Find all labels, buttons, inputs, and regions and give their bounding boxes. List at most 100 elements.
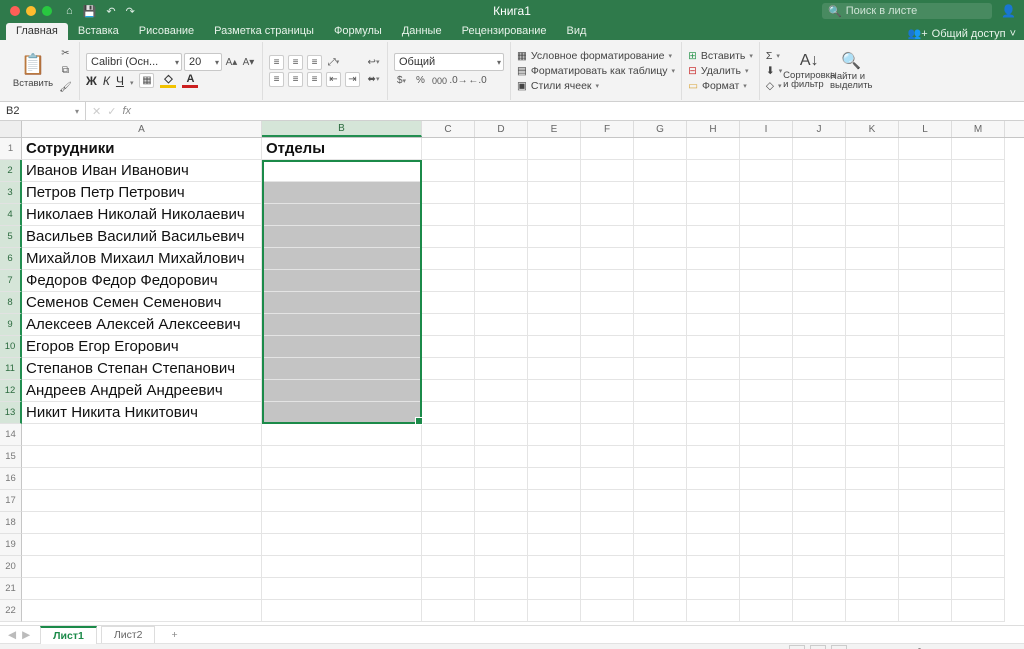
cell[interactable]	[528, 534, 581, 556]
sort-filter-button[interactable]: A↓ Сортировка и фильтр	[788, 52, 830, 89]
cell[interactable]	[740, 336, 793, 358]
cell[interactable]	[262, 226, 422, 248]
cell[interactable]	[793, 556, 846, 578]
cell[interactable]	[687, 138, 740, 160]
cell[interactable]	[952, 314, 1005, 336]
cut-icon[interactable]: ✂	[58, 46, 73, 61]
close-window-button[interactable]	[10, 6, 20, 16]
cell[interactable]	[475, 248, 528, 270]
cell[interactable]	[952, 534, 1005, 556]
save-icon[interactable]: 💾	[83, 5, 97, 18]
cell[interactable]	[952, 358, 1005, 380]
cell[interactable]	[581, 402, 634, 424]
cell[interactable]	[899, 248, 952, 270]
cell[interactable]	[581, 204, 634, 226]
tab-insert[interactable]: Вставка	[68, 23, 129, 40]
row-header[interactable]: 2	[0, 160, 22, 182]
cell[interactable]	[581, 138, 634, 160]
cell[interactable]	[262, 556, 422, 578]
cell[interactable]	[528, 226, 581, 248]
cell[interactable]	[846, 402, 899, 424]
cell[interactable]	[634, 336, 687, 358]
cell[interactable]	[793, 578, 846, 600]
cell[interactable]	[422, 578, 475, 600]
cell[interactable]	[793, 248, 846, 270]
insert-cells-button[interactable]: ⊞Вставить	[688, 50, 753, 62]
format-as-table-button[interactable]: ▤Форматировать как таблицу	[517, 65, 675, 77]
cell[interactable]	[634, 182, 687, 204]
cell[interactable]	[475, 578, 528, 600]
row-header[interactable]: 3	[0, 182, 22, 204]
cell[interactable]	[952, 446, 1005, 468]
cell[interactable]	[687, 534, 740, 556]
cell[interactable]	[581, 336, 634, 358]
cell[interactable]	[846, 600, 899, 622]
cell[interactable]	[22, 512, 262, 534]
cell[interactable]	[422, 358, 475, 380]
cell[interactable]: Егоров Егор Егорович	[22, 336, 262, 358]
cell[interactable]	[22, 556, 262, 578]
cell[interactable]	[634, 424, 687, 446]
cell[interactable]	[793, 468, 846, 490]
row-header[interactable]: 5	[0, 226, 22, 248]
cell[interactable]	[687, 600, 740, 622]
cell[interactable]: Федоров Федор Федорович	[22, 270, 262, 292]
cell[interactable]	[952, 204, 1005, 226]
undo-icon[interactable]: ↶	[106, 5, 115, 18]
cell[interactable]: Иванов Иван Иванович	[22, 160, 262, 182]
cell[interactable]	[528, 182, 581, 204]
fill-color-button[interactable]: ◇	[160, 74, 176, 88]
cell[interactable]	[846, 292, 899, 314]
cell[interactable]	[528, 380, 581, 402]
cell[interactable]	[687, 380, 740, 402]
copy-icon[interactable]: ⧉	[58, 63, 73, 78]
normal-view-icon[interactable]	[789, 645, 805, 649]
cell[interactable]	[793, 402, 846, 424]
cell[interactable]	[422, 490, 475, 512]
row-header[interactable]: 10	[0, 336, 22, 358]
cell[interactable]	[475, 358, 528, 380]
cell[interactable]	[422, 446, 475, 468]
cell[interactable]	[740, 182, 793, 204]
cell[interactable]	[528, 358, 581, 380]
fx-icon[interactable]: fx	[122, 105, 131, 117]
cell[interactable]	[846, 424, 899, 446]
cell[interactable]	[952, 226, 1005, 248]
cell[interactable]	[846, 204, 899, 226]
cell[interactable]: Николаев Николай Николаевич	[22, 204, 262, 226]
cell[interactable]	[475, 314, 528, 336]
orientation-icon[interactable]: ⤢	[326, 55, 341, 70]
cell[interactable]	[475, 402, 528, 424]
tab-view[interactable]: Вид	[557, 23, 597, 40]
cell[interactable]	[899, 424, 952, 446]
cell[interactable]	[952, 380, 1005, 402]
cell[interactable]	[475, 292, 528, 314]
cell[interactable]	[846, 490, 899, 512]
row-header[interactable]: 8	[0, 292, 22, 314]
cell[interactable]	[528, 138, 581, 160]
cell[interactable]	[899, 336, 952, 358]
cell[interactable]	[793, 600, 846, 622]
cell[interactable]	[899, 138, 952, 160]
cell[interactable]	[581, 600, 634, 622]
cell[interactable]	[899, 468, 952, 490]
cell[interactable]	[687, 292, 740, 314]
cell[interactable]	[581, 534, 634, 556]
sheet-next-icon[interactable]: ▶	[22, 629, 30, 641]
cell[interactable]	[740, 424, 793, 446]
cell[interactable]	[422, 468, 475, 490]
cell[interactable]	[952, 424, 1005, 446]
cell[interactable]	[687, 468, 740, 490]
cell[interactable]	[634, 160, 687, 182]
cell[interactable]	[793, 292, 846, 314]
cell[interactable]	[528, 248, 581, 270]
cell[interactable]	[687, 204, 740, 226]
cell[interactable]	[22, 578, 262, 600]
column-header-F[interactable]: F	[581, 121, 634, 137]
increase-indent-icon[interactable]: ⇥	[345, 72, 360, 87]
cell[interactable]	[899, 578, 952, 600]
cell[interactable]	[740, 468, 793, 490]
row-header[interactable]: 18	[0, 512, 22, 534]
borders-button[interactable]: ▦	[139, 73, 154, 88]
fill-down-icon[interactable]: ⬇	[766, 65, 782, 77]
